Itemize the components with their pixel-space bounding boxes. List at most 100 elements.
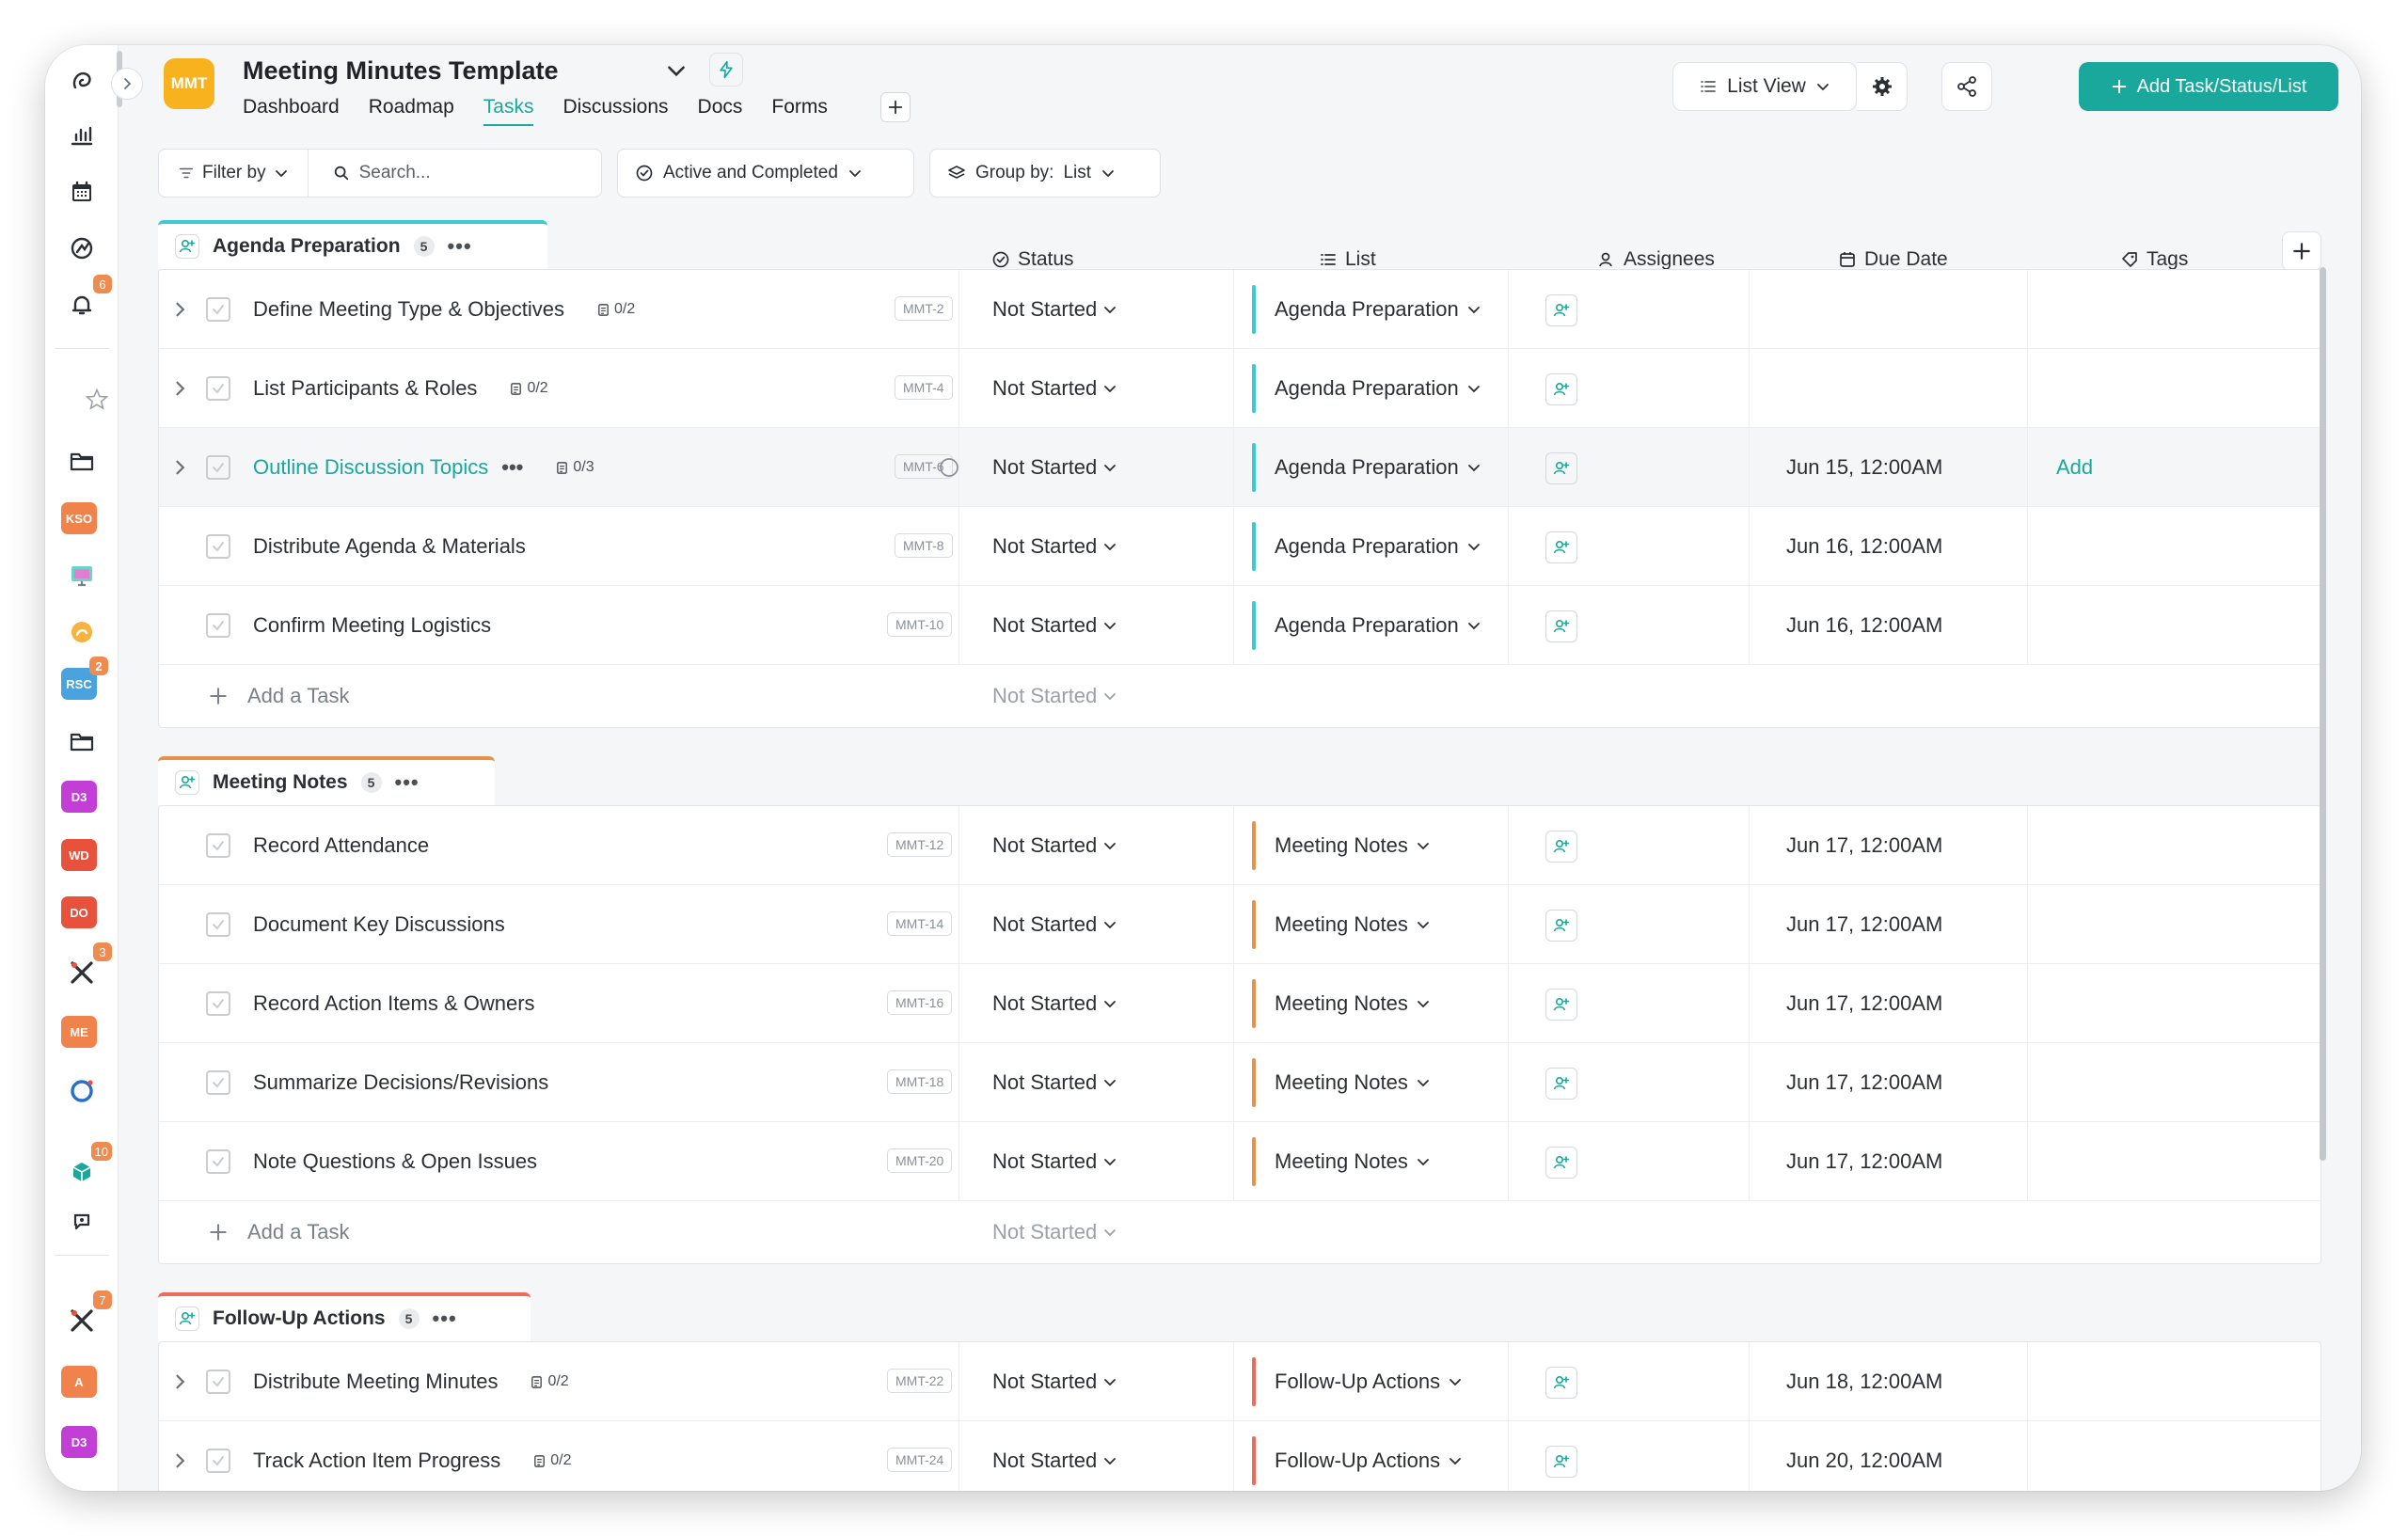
list-dropdown[interactable]: Meeting Notes [1275, 806, 1431, 885]
status-dropdown[interactable]: Not Started [992, 349, 1117, 428]
column-assignees[interactable]: Assignees [1597, 248, 1715, 271]
status-dropdown[interactable]: Not Started [992, 885, 1117, 964]
settings-button[interactable] [1857, 62, 1908, 111]
star-icon[interactable] [83, 386, 111, 414]
due-date[interactable]: Jun 16, 12:00AM [1786, 586, 1942, 665]
task-checkbox[interactable] [206, 885, 230, 964]
add-task-status-dropdown[interactable]: Not Started [992, 665, 1117, 727]
list-dropdown[interactable]: Agenda Preparation [1275, 428, 1481, 507]
due-date[interactable]: Jun 17, 12:00AM [1786, 964, 1942, 1043]
more-icon[interactable]: ••• [433, 1306, 457, 1331]
due-date[interactable]: Jun 17, 12:00AM [1786, 885, 1942, 964]
folder-icon[interactable] [63, 442, 101, 480]
task-checkbox[interactable] [206, 1421, 230, 1491]
tab-forms[interactable]: Forms [771, 96, 828, 126]
tab-discussions[interactable]: Discussions [562, 96, 668, 126]
add-assignee-button[interactable] [1545, 452, 1577, 484]
table-row[interactable]: Distribute Meeting Minutes 0/2 MMT-22 Not S… [159, 1342, 2321, 1421]
automation-button[interactable] [709, 53, 743, 87]
task-name[interactable]: Document Key Discussions [253, 885, 505, 964]
task-name[interactable]: Outline Discussion Topics ••• 0/3 [253, 428, 594, 507]
group-header[interactable]: Agenda Preparation 5 ••• [158, 220, 547, 269]
share-button[interactable] [1941, 62, 1992, 111]
chart-icon[interactable] [63, 117, 101, 154]
task-name[interactable]: Note Questions & Open Issues [253, 1122, 537, 1201]
add-assignee-button[interactable] [1545, 610, 1577, 642]
status-dropdown[interactable]: Not Started [992, 1342, 1117, 1421]
table-row[interactable]: Outline Discussion Topics ••• 0/3 MMT-6 Not … [159, 428, 2321, 507]
more-icon[interactable]: ••• [501, 455, 523, 480]
expand-subtasks-button[interactable] [168, 428, 191, 507]
expand-subtasks-button[interactable] [168, 349, 191, 428]
tab-dashboard[interactable]: Dashboard [243, 96, 340, 126]
space-d3[interactable]: D3 [61, 781, 97, 813]
space-wd[interactable]: WD [61, 839, 97, 871]
space-a[interactable]: A [61, 1366, 97, 1398]
due-date[interactable]: Jun 15, 12:00AM [1786, 428, 1942, 507]
due-date[interactable]: Jun 17, 12:00AM [1786, 1043, 1942, 1122]
add-assignee-button[interactable] [1545, 1446, 1577, 1478]
column-due-date[interactable]: Due Date [1838, 248, 1948, 271]
add-tab-button[interactable] [880, 92, 911, 122]
list-dropdown[interactable]: Agenda Preparation [1275, 507, 1481, 586]
more-icon[interactable]: ••• [448, 234, 472, 259]
add-user-icon[interactable] [175, 234, 199, 259]
add-task-status-list-button[interactable]: Add Task/Status/List [2079, 62, 2338, 111]
task-checkbox[interactable] [206, 1342, 230, 1421]
space-kso[interactable]: KSO [61, 502, 97, 534]
list-dropdown[interactable]: Meeting Notes [1275, 1043, 1431, 1122]
task-name[interactable]: Define Meeting Type & Objectives 0/2 [253, 270, 635, 349]
list-dropdown[interactable]: Agenda Preparation [1275, 586, 1481, 665]
table-row[interactable]: List Participants & Roles 0/2 MMT-4 Not Sta… [159, 349, 2321, 428]
group-header[interactable]: Meeting Notes 5 ••• [158, 756, 495, 805]
status-dropdown[interactable]: Not Started [992, 806, 1117, 885]
task-checkbox[interactable] [206, 349, 230, 428]
circle-icon[interactable] [63, 1072, 101, 1110]
add-assignee-button[interactable] [1545, 531, 1577, 563]
monitor-icon[interactable] [63, 557, 101, 594]
status-dropdown[interactable]: Not Started [992, 428, 1117, 507]
column-tags[interactable]: Tags [2120, 248, 2188, 271]
add-assignee-button[interactable] [1545, 1068, 1577, 1100]
bell-icon[interactable]: 6 [63, 275, 112, 324]
table-row[interactable]: Note Questions & Open Issues MMT-20 Not St… [159, 1122, 2321, 1201]
due-date[interactable]: Jun 16, 12:00AM [1786, 507, 1942, 586]
tab-docs[interactable]: Docs [698, 96, 743, 126]
space-d3-2[interactable]: D3 [61, 1426, 97, 1458]
status-dropdown[interactable]: Not Started [992, 586, 1117, 665]
tools-icon-2[interactable]: 7 [63, 1291, 112, 1339]
column-list[interactable]: List [1319, 248, 1376, 271]
list-view-button[interactable]: List View [1672, 62, 1857, 111]
table-row[interactable]: Confirm Meeting Logistics MMT-10 Not Start… [159, 586, 2321, 665]
tools-icon[interactable]: 3 [63, 942, 112, 991]
task-name[interactable]: Confirm Meeting Logistics [253, 586, 491, 665]
task-checkbox[interactable] [206, 806, 230, 885]
add-tag-link[interactable]: Add [2056, 428, 2093, 507]
progress-circle[interactable] [938, 428, 960, 507]
task-checkbox[interactable] [206, 428, 230, 507]
add-assignee-button[interactable] [1545, 294, 1577, 326]
add-task-status-dropdown[interactable]: Not Started [992, 1201, 1117, 1263]
content-scrollbar[interactable] [2320, 267, 2326, 1161]
add-assignee-button[interactable] [1545, 373, 1577, 405]
due-date[interactable]: Jun 18, 12:00AM [1786, 1342, 1942, 1421]
task-name[interactable]: List Participants & Roles 0/2 [253, 349, 548, 428]
task-checkbox[interactable] [206, 586, 230, 665]
add-assignee-button[interactable] [1545, 831, 1577, 863]
space-do[interactable]: DO [61, 896, 97, 928]
task-checkbox[interactable] [206, 1122, 230, 1201]
add-column-button[interactable] [2282, 231, 2321, 271]
group-by-dropdown[interactable]: Group by: List [929, 149, 1161, 198]
add-assignee-button[interactable] [1545, 989, 1577, 1021]
task-name[interactable]: Summarize Decisions/Revisions [253, 1043, 548, 1122]
table-row[interactable]: Define Meeting Type & Objectives 0/2 MMT-2… [159, 270, 2321, 349]
tab-tasks[interactable]: Tasks [483, 96, 534, 126]
table-row[interactable]: Track Action Item Progress 0/2 MMT-24 Not S… [159, 1421, 2321, 1491]
task-name[interactable]: Record Action Items & Owners [253, 964, 535, 1043]
expand-subtasks-button[interactable] [168, 1342, 191, 1421]
status-dropdown[interactable]: Not Started [992, 1043, 1117, 1122]
add-task-button[interactable]: Add a Task [208, 1201, 349, 1263]
chat-icon[interactable] [63, 1202, 101, 1240]
tab-roadmap[interactable]: Roadmap [369, 96, 454, 126]
due-date[interactable]: Jun 17, 12:00AM [1786, 1122, 1942, 1201]
